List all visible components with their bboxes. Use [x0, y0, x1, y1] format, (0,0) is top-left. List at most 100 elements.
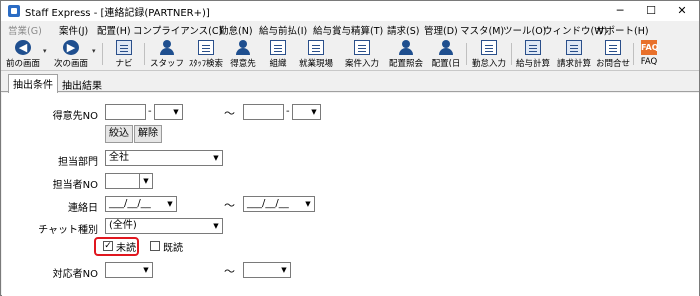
toolbar: ◀ 前の画面 ▾ ▶ 次の画面 ▾ ナビ スタッフ ｽﾀｯﾌ検索 得意先 組織 … [1, 38, 699, 71]
search-form: 得意先NO - ▼ 〜 - ▼ 絞込 解除 担当部門 全社 ▼ 担当者NO ▼ … [2, 93, 699, 296]
department-select[interactable]: 全社 ▼ [105, 150, 223, 166]
staff-no-label: 担当者NO [52, 180, 98, 191]
contact-icon [605, 40, 621, 55]
placement-query-icon [398, 40, 414, 55]
department-label: 担当部門 [58, 157, 98, 168]
menu-master[interactable]: マスタ(M) [460, 23, 504, 37]
staff-icon [159, 40, 175, 55]
forward-label: 次の画面 [53, 59, 88, 69]
arrow-right-icon: ▶ [63, 40, 79, 55]
contact-label: お問合せ [595, 59, 630, 69]
department-value: 全社 [109, 152, 129, 163]
faq-icon: FAQ [641, 40, 659, 55]
menu-placement[interactable]: 配置(H) [97, 23, 131, 37]
faq-button[interactable]: FAQ FAQ [635, 38, 663, 70]
arrow-left-icon: ◀ [15, 40, 31, 55]
title-bar: Staff Express - [連絡記録(PARTNER+)] ─ ☐ ✕ [1, 1, 699, 21]
chat-type-select[interactable]: (全件) ▼ [105, 218, 223, 234]
client-no-label: 得意先NO [52, 111, 98, 122]
clear-filter-button[interactable]: 解除 [134, 125, 162, 143]
contact-date-from-picker[interactable]: ___/__/__ ▼ [105, 196, 177, 212]
client-no-from-dash: - [148, 106, 152, 117]
staff-no-select[interactable]: ▼ [105, 173, 153, 189]
contact-date-from-value: ___/__/__ [109, 198, 151, 209]
chevron-down-icon: ▼ [167, 200, 173, 208]
worksite-button[interactable]: 就業現場 [296, 38, 336, 70]
client-no-from-sub-select[interactable]: ▼ [154, 104, 183, 120]
worksite-label: 就業現場 [298, 59, 333, 69]
chevron-down-icon: ▼ [305, 200, 311, 208]
close-button[interactable]: ✕ [667, 1, 697, 21]
chat-type-label: チャット種別 [38, 225, 98, 236]
staff-label: スタッフ [149, 59, 184, 69]
placement-day-label: 配置(日 [431, 59, 461, 69]
menu-salary-advance[interactable]: 給与前払(I) [259, 23, 307, 37]
chevron-down-icon: ▼ [139, 174, 152, 188]
menu-support[interactable]: サポート(H) [596, 23, 649, 37]
chevron-down-icon: ▼ [143, 266, 149, 274]
read-checkbox[interactable] [150, 241, 160, 251]
minimize-button[interactable]: ─ [605, 1, 635, 21]
menu-tools[interactable]: ツール(O) [503, 23, 546, 37]
billing-calc-label: 請求計算 [556, 59, 591, 69]
menu-admin[interactable]: 管理(D) [424, 23, 458, 37]
organization-button[interactable]: 組織 [263, 38, 293, 70]
back-button[interactable]: ◀ 前の画面 [3, 38, 43, 70]
menu-billing[interactable]: 請求(S) [387, 23, 419, 37]
contact-button[interactable]: お問合せ [593, 38, 633, 70]
forward-button[interactable]: ▶ 次の画面 [51, 38, 91, 70]
menu-cases[interactable]: 案件(J) [59, 23, 88, 37]
chevron-down-icon: ▼ [311, 108, 317, 116]
navi-button[interactable]: ナビ [109, 38, 139, 70]
faq-label: FAQ [640, 57, 658, 67]
unread-checkbox[interactable]: ✓ [103, 241, 113, 251]
attendance-input-label: 勤怠入力 [471, 59, 506, 69]
contact-date-to-picker[interactable]: ___/__/__ ▼ [243, 196, 315, 212]
maximize-button[interactable]: ☐ [636, 1, 666, 21]
toolbar-separator [102, 43, 103, 65]
payroll-calc-icon [525, 40, 541, 55]
payroll-calc-label: 給与計算 [515, 59, 550, 69]
client-icon [235, 40, 251, 55]
handler-no-to-select[interactable]: ▼ [243, 262, 291, 278]
handler-no-from-select[interactable]: ▼ [105, 262, 153, 278]
client-no-from-input[interactable] [105, 104, 146, 120]
tab-extraction-results[interactable]: 抽出結果 [58, 76, 106, 92]
staff-search-icon [198, 40, 214, 55]
handler-no-label: 対応者NO [52, 269, 98, 280]
menu-sales[interactable]: 営業(G) [8, 23, 42, 37]
narrow-down-button[interactable]: 絞込 [105, 125, 133, 143]
forward-dropdown-chevron-icon[interactable]: ▾ [92, 47, 96, 55]
worksite-icon [308, 40, 324, 55]
menu-compliance[interactable]: コンプライアンス(C) [133, 23, 222, 37]
unread-label: 未読 [116, 243, 136, 254]
client-no-to-input[interactable] [243, 104, 284, 120]
organization-label: 組織 [269, 59, 287, 69]
chevron-down-icon: ▼ [213, 222, 219, 230]
menu-bar: 営業(G) 案件(J) 配置(H) コンプライアンス(C) 勤怠(N) 給与前払… [1, 21, 699, 38]
payroll-calc-button[interactable]: 給与計算 [513, 38, 553, 70]
client-button[interactable]: 得意先 [227, 38, 259, 70]
staff-button[interactable]: スタッフ [149, 38, 185, 70]
attendance-input-button[interactable]: 勤怠入力 [469, 38, 509, 70]
menu-attendance[interactable]: 勤怠(N) [219, 23, 253, 37]
contact-date-label: 連絡日 [68, 203, 98, 214]
back-label: 前の画面 [5, 59, 40, 69]
back-dropdown-chevron-icon[interactable]: ▾ [43, 47, 47, 55]
tab-extraction-conditions[interactable]: 抽出条件 [8, 74, 58, 93]
billing-calc-button[interactable]: 請求計算 [554, 38, 594, 70]
case-input-button[interactable]: 案件入力 [342, 38, 382, 70]
placement-query-button[interactable]: 配置照会 [386, 38, 426, 70]
toolbar-separator [633, 43, 634, 65]
menu-payroll[interactable]: 給与賞与精算(T) [313, 23, 383, 37]
toolbar-separator [466, 43, 467, 65]
chevron-down-icon: ▼ [281, 266, 287, 274]
client-no-to-dash: - [286, 106, 290, 117]
client-no-to-sub-select[interactable]: ▼ [292, 104, 321, 120]
contact-date-to-value: ___/__/__ [247, 198, 289, 209]
staff-search-button[interactable]: ｽﾀｯﾌ検索 [186, 38, 226, 70]
case-input-label: 案件入力 [344, 59, 379, 69]
organization-icon [270, 40, 286, 55]
placement-day-icon [438, 40, 454, 55]
placement-day-button[interactable]: 配置(日 [428, 38, 464, 70]
